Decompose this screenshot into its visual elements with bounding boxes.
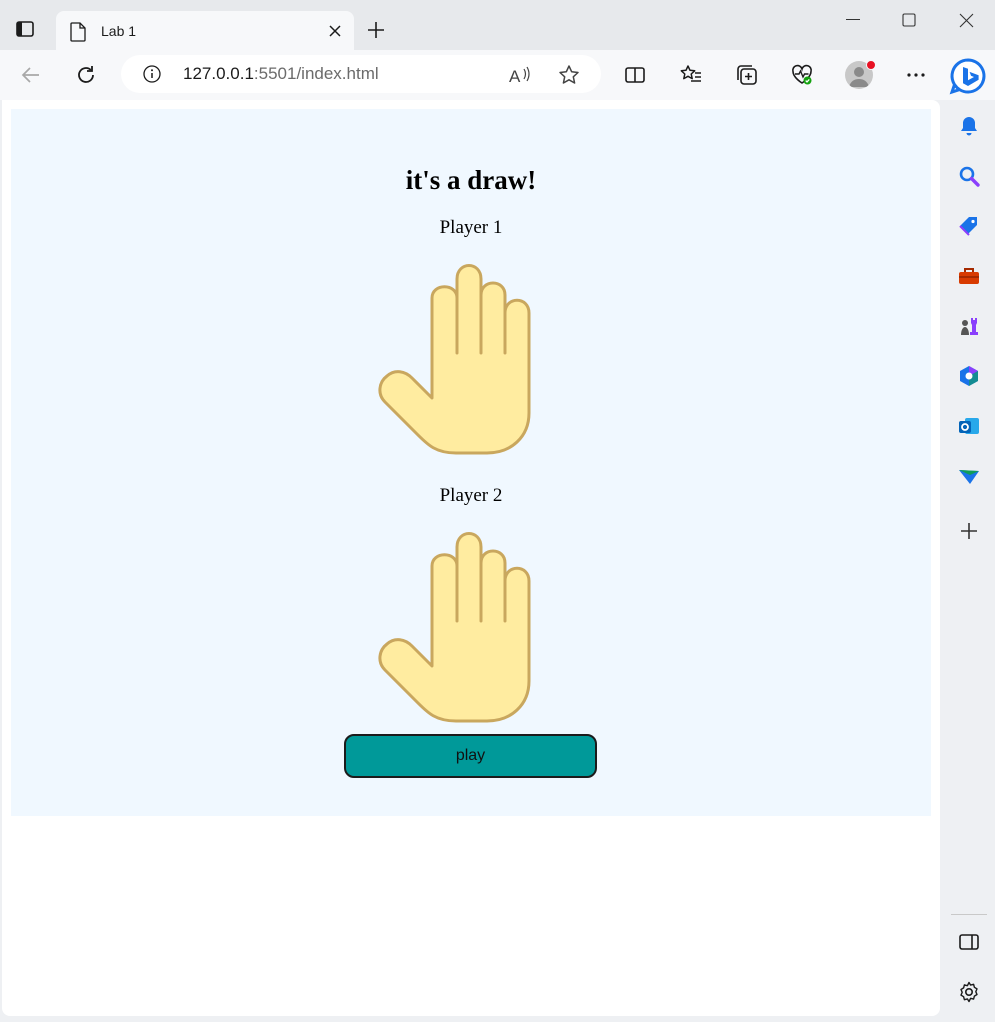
maximize-icon[interactable] xyxy=(902,13,916,27)
url-path: :5501/index.html xyxy=(253,64,379,83)
more-menu-icon[interactable] xyxy=(904,63,928,87)
tab-actions-icon[interactable] xyxy=(16,20,34,38)
document-icon xyxy=(70,22,86,42)
game-container: it's a draw! Player 1 Player 2 play xyxy=(11,109,931,816)
close-window-icon[interactable] xyxy=(959,13,974,28)
play-button[interactable]: play xyxy=(344,734,597,778)
svg-text:A: A xyxy=(509,67,521,85)
back-arrow-icon[interactable] xyxy=(19,63,43,87)
shopping-tag-icon[interactable] xyxy=(957,214,981,238)
toolbar: 127.0.0.1:5501/index.html A xyxy=(0,50,995,100)
outlook-icon[interactable] xyxy=(957,414,981,438)
toolbox-icon[interactable] xyxy=(957,264,981,288)
url-text[interactable]: 127.0.0.1:5501/index.html xyxy=(183,64,379,84)
address-bar[interactable]: 127.0.0.1:5501/index.html A xyxy=(121,55,601,93)
profile-notification-dot xyxy=(866,60,876,70)
close-tab-icon[interactable] xyxy=(328,24,342,38)
refresh-icon[interactable] xyxy=(74,63,98,87)
page-viewport: it's a draw! Player 1 Player 2 play xyxy=(2,100,940,1016)
minimize-icon[interactable] xyxy=(846,19,860,20)
browser-essentials-icon[interactable] xyxy=(790,63,814,87)
raised-hand-icon xyxy=(378,264,531,455)
url-host: 127.0.0.1 xyxy=(183,64,254,83)
collections-icon[interactable] xyxy=(735,63,759,87)
chess-games-icon[interactable] xyxy=(957,314,981,338)
split-screen-icon[interactable] xyxy=(623,63,647,87)
bell-icon[interactable] xyxy=(957,114,981,138)
bing-copilot-icon[interactable] xyxy=(948,56,988,96)
site-info-icon[interactable] xyxy=(143,65,161,83)
new-tab-icon[interactable] xyxy=(366,20,386,40)
active-tab[interactable]: Lab 1 xyxy=(56,11,354,53)
read-aloud-icon[interactable]: A xyxy=(509,65,531,85)
search-icon[interactable] xyxy=(957,164,981,188)
favorite-star-icon[interactable] xyxy=(558,64,580,86)
edge-sidebar xyxy=(942,100,995,1022)
player-1-label: Player 1 xyxy=(439,217,503,238)
result-heading: it's a draw! xyxy=(405,165,537,195)
sidebar-toggle-icon[interactable] xyxy=(957,930,981,954)
settings-gear-icon[interactable] xyxy=(957,980,981,1004)
add-icon[interactable] xyxy=(957,519,981,543)
raised-hand-icon xyxy=(378,532,531,723)
favorites-icon[interactable] xyxy=(679,63,703,87)
sidebar-divider xyxy=(951,914,987,915)
send-drop-icon[interactable] xyxy=(957,464,981,488)
tab-title: Lab 1 xyxy=(101,23,137,39)
office-icon[interactable] xyxy=(957,364,981,388)
player-2-label: Player 2 xyxy=(439,485,503,506)
title-bar: Lab 1 xyxy=(0,0,995,53)
